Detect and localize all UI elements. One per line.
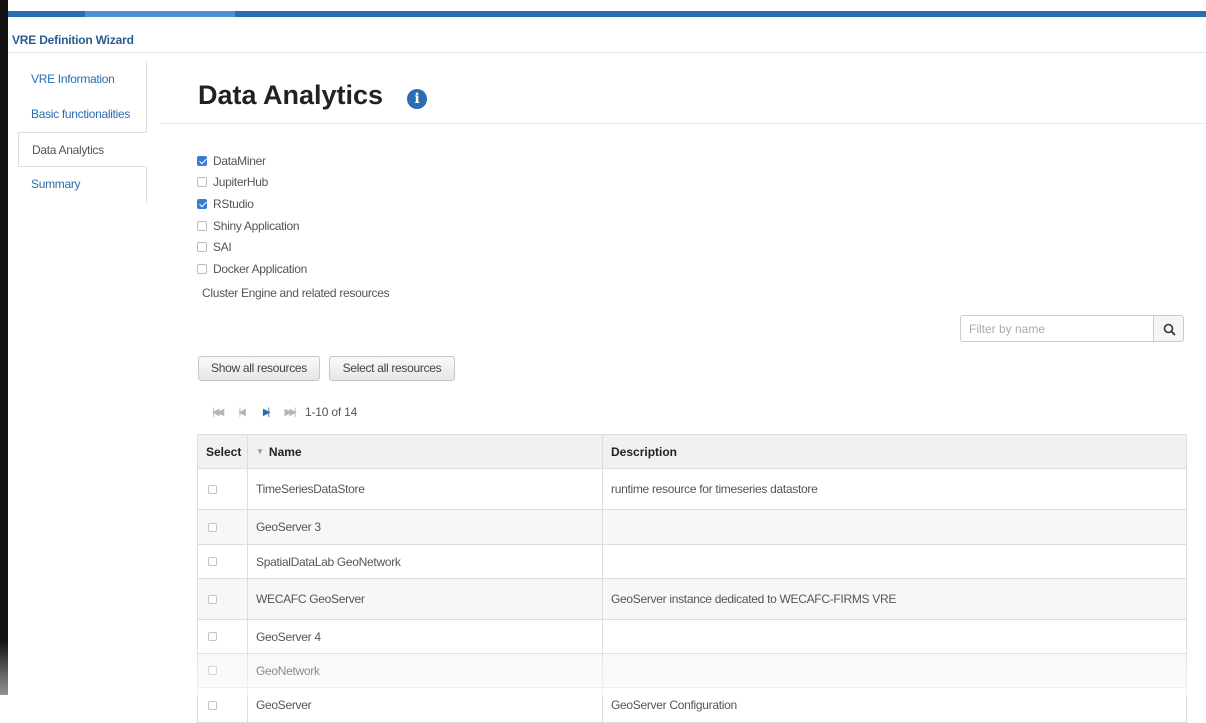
first-page-icon[interactable]: |◀◀ — [205, 403, 229, 421]
window-left-edge — [0, 0, 8, 695]
checkbox[interactable] — [197, 220, 207, 231]
row-name: TimeSeriesDataStore — [248, 469, 603, 509]
filter-input[interactable] — [960, 315, 1154, 342]
option-label: JupiterHub — [213, 175, 269, 190]
header-name[interactable]: ▼ Name — [248, 435, 603, 468]
option-rstudio[interactable]: RStudio — [197, 193, 307, 215]
show-all-resources-button[interactable]: Show all resources — [198, 356, 320, 381]
row-description: GeoServer Configuration — [611, 698, 737, 712]
checkbox[interactable] — [197, 155, 207, 166]
row-description — [603, 510, 1186, 544]
row-description — [603, 545, 1186, 578]
row-name: SpatialDataLab GeoNetwork — [248, 545, 603, 578]
header-name-label: Name — [268, 444, 302, 459]
row-name: GeoServer 3 — [248, 510, 603, 544]
row-description — [603, 620, 1186, 653]
option-shiny-application[interactable]: Shiny Application — [197, 215, 307, 237]
checkbox[interactable] — [197, 242, 207, 253]
option-label: RStudio — [213, 196, 254, 211]
row-select-cell — [198, 469, 248, 509]
header-description: Description — [611, 444, 678, 459]
option-dataminer[interactable]: DataMiner — [197, 150, 307, 172]
option-label: DataMiner — [213, 153, 266, 168]
row-name: GeoServer — [248, 688, 603, 722]
title-divider — [160, 123, 1206, 124]
row-checkbox[interactable] — [208, 666, 217, 675]
sort-desc-icon: ▼ — [256, 447, 264, 456]
table-row: GeoServer 3 — [198, 510, 1186, 545]
option-sai[interactable]: SAI — [197, 236, 307, 258]
row-select-cell — [198, 545, 248, 578]
table-body: TimeSeriesDataStore runtime resource for… — [198, 469, 1186, 723]
table-row: GeoServer 4 — [198, 620, 1186, 654]
table-row: SpatialDataLab GeoNetwork — [198, 545, 1186, 579]
pager-range: 1-10 of 14 — [305, 405, 358, 419]
wizard-title: VRE Definition Wizard — [12, 33, 134, 47]
row-description: runtime resource for timeseries datastor… — [611, 482, 818, 496]
option-label: Shiny Application — [213, 218, 300, 233]
checkbox[interactable] — [197, 263, 207, 274]
analytics-options: DataMiner JupiterHub RStudio Shiny Appli… — [197, 150, 307, 280]
table-row: GeoNetwork — [198, 654, 1186, 688]
table-row: GeoServer GeoServer Configuration — [198, 688, 1186, 723]
row-select-cell — [198, 654, 248, 687]
search-icon — [1163, 323, 1176, 336]
cluster-engine-label: Cluster Engine and related resources — [202, 286, 390, 300]
filter-group — [960, 315, 1184, 342]
row-description: GeoServer instance dedicated to WECAFC-F… — [611, 592, 897, 606]
pager: |◀◀ |◀ ▶| ▶▶| 1-10 of 14 — [205, 403, 357, 421]
nav-item-basic-functionalities[interactable]: Basic functionalities — [18, 97, 146, 132]
table-row: WECAFC GeoServer GeoServer instance dedi… — [198, 579, 1186, 620]
nav-item-data-analytics[interactable]: Data Analytics — [18, 132, 147, 167]
option-label: Docker Application — [213, 261, 307, 276]
filter-search-button[interactable] — [1153, 315, 1184, 342]
row-select-cell — [198, 579, 248, 619]
option-label: SAI — [213, 240, 232, 255]
prev-page-icon[interactable]: |◀ — [229, 403, 253, 421]
row-select-cell — [198, 620, 248, 653]
row-name: GeoServer 4 — [248, 620, 603, 653]
page-title: Data Analytics — [198, 80, 384, 110]
row-description — [603, 654, 1186, 687]
row-select-cell — [198, 688, 248, 722]
checkbox[interactable] — [197, 198, 207, 209]
header-select: Select — [198, 435, 248, 468]
option-docker-application[interactable]: Docker Application — [197, 258, 307, 280]
row-name: GeoNetwork — [248, 654, 603, 687]
info-circle-icon[interactable]: i — [407, 89, 427, 109]
select-all-resources-button[interactable]: Select all resources — [329, 356, 455, 381]
table-row: TimeSeriesDataStore runtime resource for… — [198, 469, 1186, 510]
row-checkbox[interactable] — [208, 522, 217, 532]
top-accent-bar — [8, 11, 1206, 17]
nav-item-summary[interactable]: Summary — [18, 167, 146, 202]
row-checkbox[interactable] — [208, 557, 217, 566]
last-page-icon[interactable]: ▶▶| — [277, 403, 301, 421]
checkbox[interactable] — [197, 177, 207, 188]
wizard-steps-nav: VRE Information Basic functionalities Da… — [18, 62, 147, 203]
row-checkbox[interactable] — [208, 484, 217, 494]
row-checkbox[interactable] — [208, 700, 217, 710]
nav-item-vre-information[interactable]: VRE Information — [18, 62, 146, 97]
option-jupiterhub[interactable]: JupiterHub — [197, 172, 307, 194]
header-divider — [8, 52, 1206, 53]
row-checkbox[interactable] — [208, 632, 217, 641]
row-select-cell — [198, 510, 248, 544]
row-name: WECAFC GeoServer — [248, 579, 603, 619]
next-page-icon[interactable]: ▶| — [253, 403, 277, 421]
table-header: Select ▼ Name Description — [198, 435, 1186, 469]
top-accent-segment — [85, 11, 235, 17]
resources-table: Select ▼ Name Description TimeSeriesDataS… — [197, 434, 1187, 723]
row-checkbox[interactable] — [208, 594, 217, 604]
